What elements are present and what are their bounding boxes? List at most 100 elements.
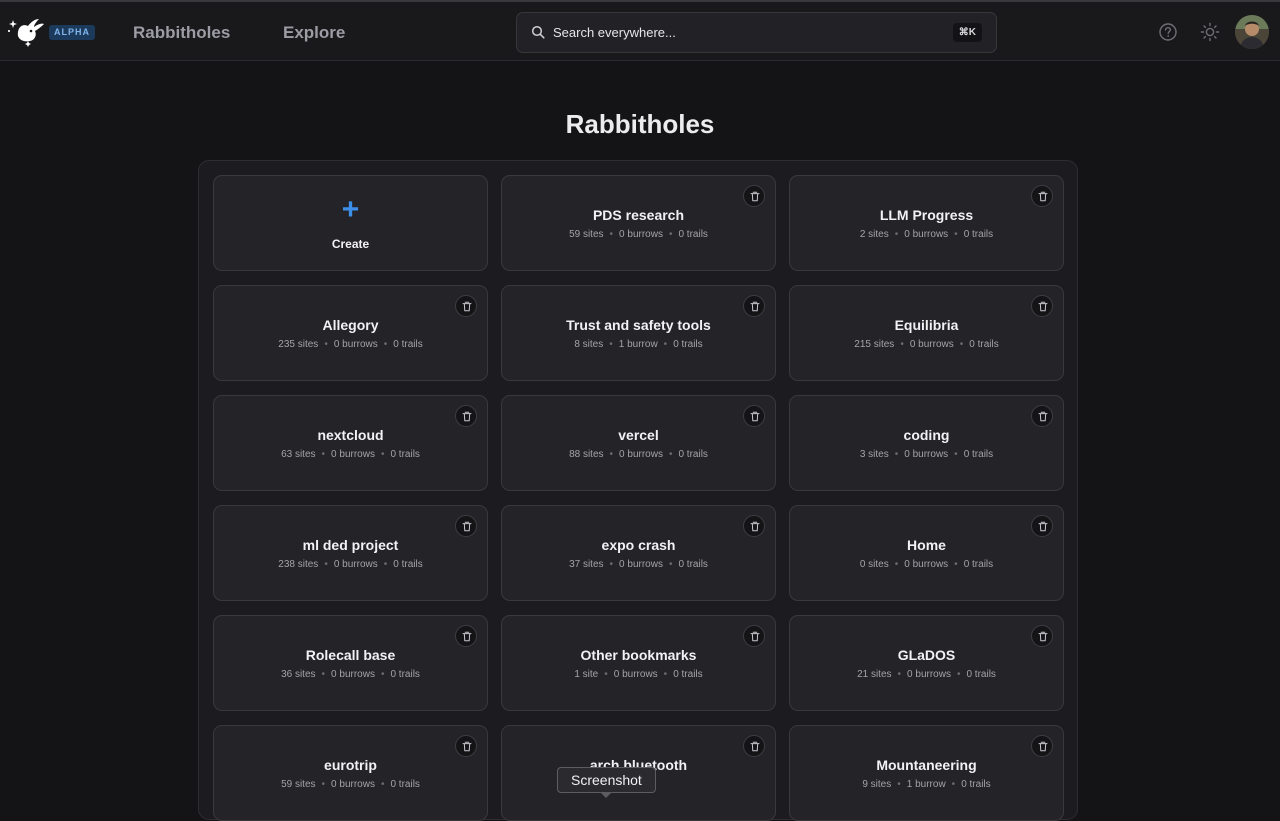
separator-dot: • <box>894 559 899 570</box>
stat-burrows: 1 burrow <box>618 339 658 350</box>
stat-trails: 0 trails <box>678 229 708 240</box>
delete-button[interactable] <box>455 295 477 317</box>
rabbithole-card[interactable]: Equilibria 215 sites • 0 burrows • 0 trails <box>789 285 1064 381</box>
rabbithole-card[interactable]: GLaDOS 21 sites • 0 burrows • 0 trails <box>789 615 1064 711</box>
delete-button[interactable] <box>455 735 477 757</box>
stat-burrows: 0 burrows <box>619 559 663 570</box>
rabbithole-name: Mountaneering <box>876 757 977 773</box>
rabbithole-card[interactable]: eurotrip 59 sites • 0 burrows • 0 trails <box>213 725 488 821</box>
help-icon[interactable] <box>1158 22 1178 42</box>
rabbithole-stats: 3 sites • 0 burrows • 0 trails <box>790 448 1063 461</box>
nav-rabbitholes[interactable]: Rabbitholes <box>133 22 230 44</box>
rabbithole-card[interactable]: coding 3 sites • 0 burrows • 0 trails <box>789 395 1064 491</box>
screenshot-tooltip: Screenshot <box>557 767 656 793</box>
stat-trails: 0 trails <box>673 339 703 350</box>
delete-button[interactable] <box>1031 185 1053 207</box>
rabbithole-card[interactable]: Allegory 235 sites • 0 burrows • 0 trails <box>213 285 488 381</box>
rabbithole-card[interactable]: nextcloud 63 sites • 0 burrows • 0 trails <box>213 395 488 491</box>
rabbithole-card[interactable]: expo crash 37 sites • 0 burrows • 0 trails <box>501 505 776 601</box>
stat-sites: 37 sites <box>569 559 604 570</box>
rabbithole-stats: 36 sites • 0 burrows • 0 trails <box>214 668 487 681</box>
delete-button[interactable] <box>743 735 765 757</box>
rabbitholes-panel: + Create PDS research 59 sites • 0 burrows •… <box>198 160 1078 821</box>
nav-explore[interactable]: Explore <box>283 22 345 44</box>
stat-burrows: 0 burrows <box>619 449 663 460</box>
stat-burrows: 0 burrows <box>909 339 954 350</box>
search-bar[interactable]: Search everywhere... ⌘K <box>516 12 997 53</box>
rabbithole-name: vercel <box>618 427 659 443</box>
rabbithole-name: coding <box>903 427 950 443</box>
separator-dot: • <box>321 779 326 790</box>
rabbithole-card[interactable]: Home 0 sites • 0 burrows • 0 trails <box>789 505 1064 601</box>
stat-burrows: 0 burrows <box>333 559 378 570</box>
rabbithole-stats: 235 sites • 0 burrows • 0 trails <box>214 338 487 351</box>
search-icon <box>531 25 545 39</box>
rabbithole-stats: 1 site • 0 burrows • 0 trails <box>502 668 775 681</box>
rabbithole-name: Allegory <box>322 317 379 333</box>
delete-button[interactable] <box>743 295 765 317</box>
stat-trails: 0 trails <box>678 559 708 570</box>
stat-trails: 0 trails <box>673 669 703 680</box>
rabbithole-card[interactable]: LLM Progress 2 sites • 0 burrows • 0 trails <box>789 175 1064 271</box>
stat-trails: 0 trails <box>393 559 423 570</box>
stat-trails: 0 trails <box>390 779 420 790</box>
stat-burrows: 0 burrows <box>904 559 949 570</box>
rabbithole-name: nextcloud <box>317 427 384 443</box>
rabbithole-grid: + Create PDS research 59 sites • 0 burrows •… <box>213 175 1064 821</box>
delete-button[interactable] <box>1031 295 1053 317</box>
delete-button[interactable] <box>743 185 765 207</box>
stat-sites: 3 sites <box>859 449 889 460</box>
rabbithole-stats: 8 sites • 1 burrow • 0 trails <box>502 338 775 351</box>
delete-button[interactable] <box>1031 625 1053 647</box>
stat-burrows: 0 burrows <box>331 669 375 680</box>
separator-dot: • <box>380 669 385 680</box>
rabbithole-stats: 21 sites • 0 burrows • 0 trails <box>790 668 1063 681</box>
separator-dot: • <box>609 229 614 240</box>
separator-dot: • <box>897 669 902 680</box>
separator-dot: • <box>321 669 326 680</box>
stat-sites: 59 sites <box>281 779 316 790</box>
user-avatar[interactable] <box>1235 15 1269 49</box>
rabbit-logo-icon[interactable] <box>4 14 46 50</box>
delete-button[interactable] <box>1031 405 1053 427</box>
separator-dot: • <box>951 779 956 790</box>
delete-button[interactable] <box>743 515 765 537</box>
rabbithole-card[interactable]: PDS research 59 sites • 0 burrows • 0 trails <box>501 175 776 271</box>
separator-dot: • <box>954 559 958 570</box>
rabbithole-card[interactable]: Other bookmarks 1 site • 0 burrows • 0 trails <box>501 615 776 711</box>
rabbithole-card[interactable]: Rolecall base 36 sites • 0 burrows • 0 trails <box>213 615 488 711</box>
create-card[interactable]: + Create <box>213 175 488 271</box>
rabbithole-card[interactable]: vercel 88 sites • 0 burrows • 0 trails <box>501 395 776 491</box>
rabbithole-stats: 88 sites • 0 burrows • 0 trails <box>502 448 775 461</box>
delete-button[interactable] <box>455 515 477 537</box>
stat-sites: 238 sites <box>278 559 319 570</box>
stat-trails: 0 trails <box>963 449 994 460</box>
stat-trails: 0 trails <box>961 779 991 790</box>
rabbithole-stats: 59 sites • 0 burrows • 0 trails <box>502 228 775 241</box>
rabbithole-name: Equilibria <box>894 317 959 333</box>
stat-burrows: 0 burrows <box>331 779 375 790</box>
separator-dot: • <box>380 779 385 790</box>
stat-sites: 235 sites <box>278 339 319 350</box>
separator-dot: • <box>956 669 961 680</box>
rabbithole-card[interactable]: Trust and safety tools 8 sites • 1 burrow • 0… <box>501 285 776 381</box>
rabbithole-stats: 37 sites • 0 burrows • 0 trails <box>502 558 775 571</box>
stat-burrows: 0 burrows <box>904 229 949 240</box>
delete-button[interactable] <box>1031 515 1053 537</box>
delete-button[interactable] <box>743 405 765 427</box>
separator-dot: • <box>383 559 388 570</box>
rabbithole-name: Trust and safety tools <box>566 317 711 333</box>
search-input[interactable]: Search everywhere... <box>553 24 676 41</box>
rabbithole-card[interactable]: ml ded project 238 sites • 0 burrows • 0 trai… <box>213 505 488 601</box>
separator-dot: • <box>609 449 614 460</box>
stat-sites: 0 sites <box>859 559 889 570</box>
create-label: Create <box>331 237 370 251</box>
rabbithole-name: GLaDOS <box>897 647 956 663</box>
delete-button[interactable] <box>455 405 477 427</box>
theme-toggle-icon[interactable] <box>1200 22 1220 42</box>
stat-sites: 63 sites <box>281 449 316 460</box>
delete-button[interactable] <box>743 625 765 647</box>
delete-button[interactable] <box>1031 735 1053 757</box>
rabbithole-card[interactable]: Mountaneering 9 sites • 1 burrow • 0 trails <box>789 725 1064 821</box>
delete-button[interactable] <box>455 625 477 647</box>
